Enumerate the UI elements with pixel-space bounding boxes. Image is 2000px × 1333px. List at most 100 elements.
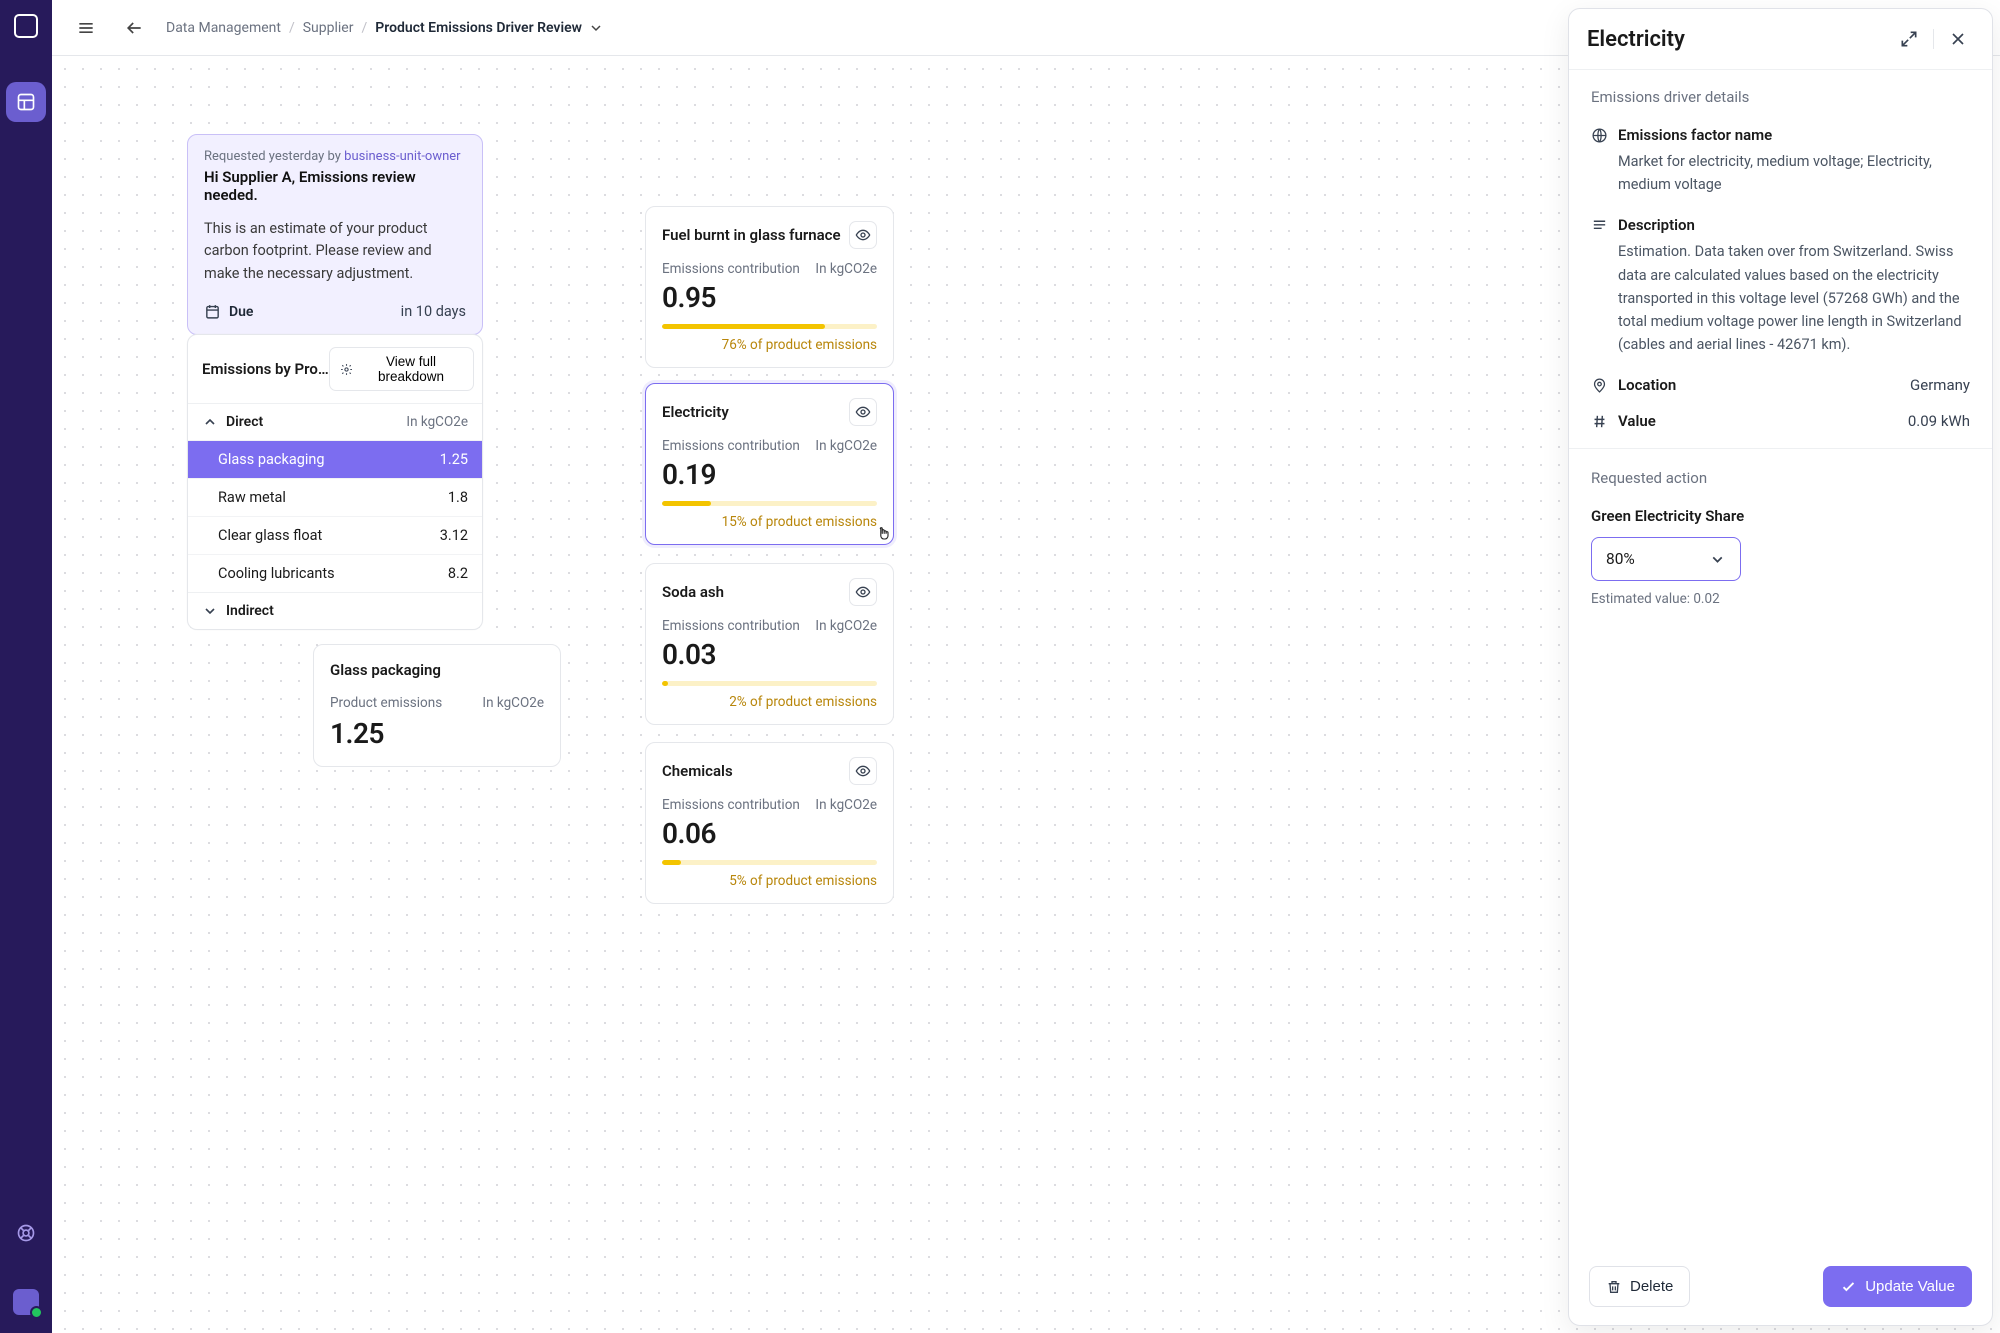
arrow-left-icon (124, 18, 144, 38)
product-sub-left: Product emissions (330, 695, 442, 711)
section-indirect[interactable]: Indirect (188, 592, 482, 629)
share-selected-value: 80% (1606, 550, 1635, 568)
direct-label: Direct (226, 414, 263, 430)
back-button[interactable] (118, 12, 150, 44)
nav-rail (0, 0, 52, 1333)
section-direct[interactable]: Direct In kgCO2e (188, 403, 482, 440)
breadcrumb: Data Management / Supplier / Product Emi… (166, 20, 604, 36)
view-driver-button[interactable] (849, 757, 877, 785)
note-meta-prefix: Requested yesterday by (204, 149, 344, 164)
globe-icon (1591, 127, 1608, 144)
note-body: This is an estimate of your product carb… (204, 218, 466, 285)
driver-sub-left: Emissions contribution (662, 618, 800, 634)
expand-icon (1899, 29, 1919, 49)
efname-text: Market for electricity, medium voltage; … (1591, 150, 1970, 196)
delete-button[interactable]: Delete (1589, 1266, 1690, 1307)
product-sub-right: In kgCO2e (482, 695, 544, 711)
reqaction-label: Requested action (1591, 469, 1970, 487)
value-value: 0.09 kWh (1908, 412, 1970, 430)
desc-label: Description (1618, 216, 1695, 234)
driver-pct: 76% of product emissions (662, 337, 877, 353)
driver-pct: 15% of product emissions (662, 514, 877, 530)
progress-bar (662, 681, 877, 686)
driver-sub-right: In kgCO2e (815, 618, 877, 634)
location-label: Location (1618, 376, 1676, 394)
driver-sub-left: Emissions contribution (662, 438, 800, 454)
crumb-current[interactable]: Product Emissions Driver Review (375, 20, 604, 36)
crumb-current-label: Product Emissions Driver Review (375, 20, 582, 36)
expand-button[interactable] (1893, 23, 1925, 55)
item-cooling-lubricants[interactable]: Cooling lubricants 8.2 (188, 554, 482, 592)
driver-card-sodaash[interactable]: Soda ash Emissions contributionIn kgCO2e… (645, 563, 894, 725)
note-title: Hi Supplier A, Emissions review needed. (204, 168, 466, 204)
crumb-data-management[interactable]: Data Management (166, 20, 281, 36)
close-button[interactable] (1942, 23, 1974, 55)
value-label: Value (1618, 412, 1656, 430)
indirect-label: Indirect (226, 603, 274, 619)
app-logo (14, 14, 38, 38)
helper-text: Estimated value: 0.02 (1591, 591, 1970, 607)
gear-icon (340, 362, 353, 377)
chevron-up-icon (202, 414, 218, 430)
driver-card-fuel[interactable]: Fuel burnt in glass furnace Emissions co… (645, 206, 894, 368)
note-meta: Requested yesterday by business-unit-own… (204, 149, 466, 164)
eye-icon (855, 584, 871, 600)
driver-sub-right: In kgCO2e (815, 438, 877, 454)
product-title: Glass packaging (330, 661, 544, 679)
menu-button[interactable] (70, 12, 102, 44)
drawer-title: Electricity (1587, 27, 1685, 52)
view-breakdown-label: View full breakdown (359, 354, 463, 384)
eye-icon (855, 763, 871, 779)
hash-icon (1591, 413, 1608, 430)
crumb-supplier[interactable]: Supplier (303, 20, 354, 36)
view-breakdown-button[interactable]: View full breakdown (329, 347, 474, 391)
chevron-down-icon (588, 20, 604, 36)
driver-title: Chemicals (662, 762, 733, 780)
desc-text: Estimation. Data taken over from Switzer… (1591, 240, 1970, 356)
calendar-icon (204, 303, 221, 320)
detail-drawer: Electricity Emissions driver details (1568, 8, 1993, 1326)
trash-icon (1606, 1279, 1622, 1295)
item-value: 1.25 (440, 451, 468, 468)
view-driver-button[interactable] (849, 398, 877, 426)
product-card[interactable]: Glass packaging Product emissions In kgC… (313, 644, 561, 767)
close-icon (1948, 29, 1968, 49)
item-label: Cooling lubricants (218, 565, 335, 582)
emissions-panel: Emissions by Product View full breakdown… (187, 334, 483, 630)
nav-help[interactable] (6, 1213, 46, 1253)
item-label: Glass packaging (218, 451, 325, 468)
progress-bar (662, 324, 877, 329)
location-value: Germany (1910, 376, 1970, 394)
item-label: Clear glass float (218, 527, 322, 544)
driver-pct: 5% of product emissions (662, 873, 877, 889)
driver-title: Fuel burnt in glass furnace (662, 226, 841, 244)
cursor-pointer-icon (876, 526, 892, 544)
item-label: Raw metal (218, 489, 286, 506)
progress-bar (662, 860, 877, 865)
due-value: in 10 days (401, 303, 466, 320)
eye-icon (855, 227, 871, 243)
item-raw-metal[interactable]: Raw metal 1.8 (188, 478, 482, 516)
driver-card-chemicals[interactable]: Chemicals Emissions contributionIn kgCO2… (645, 742, 894, 904)
note-meta-user-link[interactable]: business-unit-owner (344, 149, 460, 164)
chevron-down-icon (1709, 551, 1726, 568)
user-avatar[interactable] (13, 1289, 39, 1315)
item-value: 1.8 (448, 489, 468, 506)
view-driver-button[interactable] (849, 578, 877, 606)
update-value-button[interactable]: Update Value (1823, 1266, 1972, 1307)
nav-dashboard[interactable] (6, 82, 46, 122)
text-lines-icon (1591, 217, 1608, 234)
chevron-down-icon (202, 603, 218, 619)
efname-label: Emissions factor name (1618, 126, 1772, 144)
driver-value: 0.06 (662, 817, 877, 850)
item-glass-packaging[interactable]: Glass packaging 1.25 (188, 440, 482, 478)
progress-bar (662, 501, 877, 506)
share-select[interactable]: 80% (1591, 537, 1741, 581)
delete-label: Delete (1630, 1278, 1673, 1295)
update-label: Update Value (1865, 1278, 1955, 1295)
view-driver-button[interactable] (849, 221, 877, 249)
driver-card-electricity[interactable]: Electricity Emissions contributionIn kgC… (645, 383, 894, 545)
location-icon (1591, 377, 1608, 394)
item-clear-glass-float[interactable]: Clear glass float 3.12 (188, 516, 482, 554)
menu-icon (76, 18, 96, 38)
